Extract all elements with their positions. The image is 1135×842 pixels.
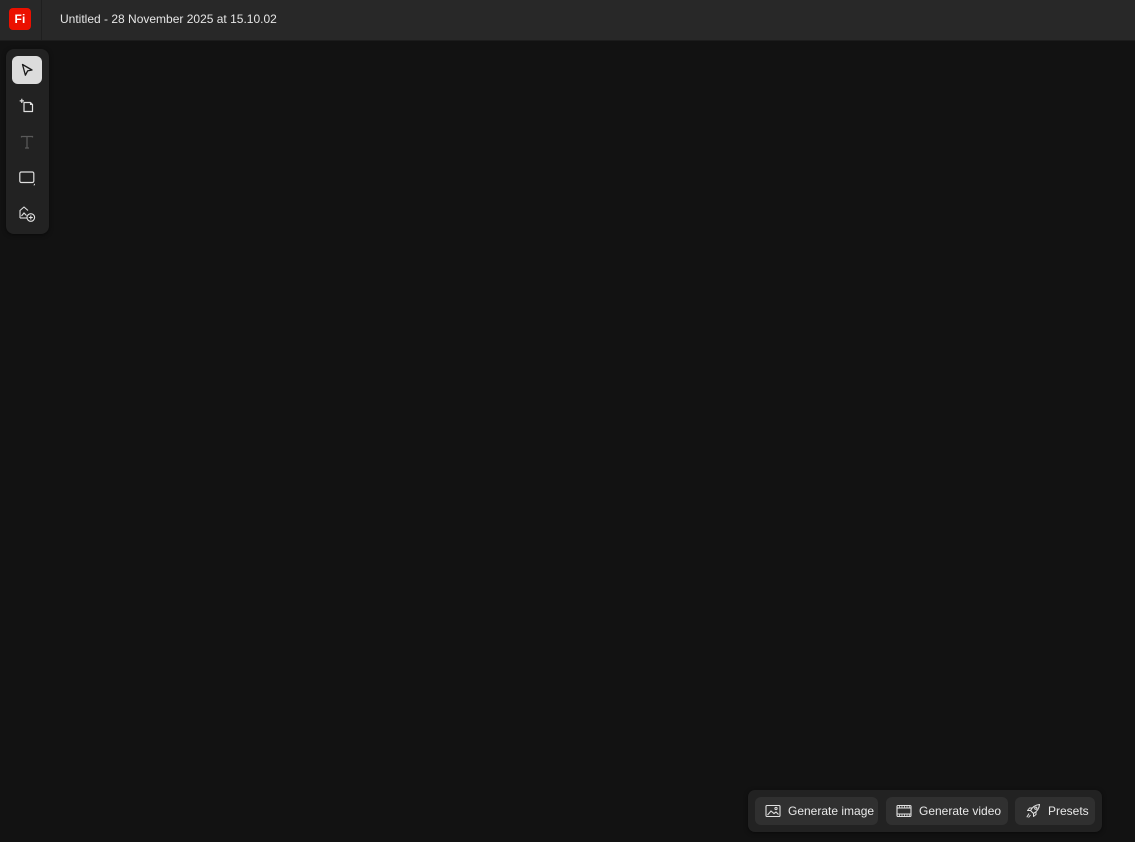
top-bar: Fi Untitled - 28 November 2025 at 15.10.…: [0, 0, 1135, 41]
generate-actions-panel: Generate image Generate video Presets: [748, 790, 1102, 832]
rocket-icon: [1026, 803, 1041, 818]
presets-button[interactable]: Presets: [1015, 797, 1095, 825]
add-frame-icon: [19, 98, 34, 113]
cursor-arrow-icon: [21, 63, 33, 76]
canvas[interactable]: [0, 41, 1135, 842]
add-image-tool-button[interactable]: [12, 200, 42, 228]
topbar-divider: [41, 0, 42, 40]
rectangle-icon: [19, 171, 35, 186]
generate-video-button[interactable]: Generate video: [886, 797, 1008, 825]
shape-tool-button[interactable]: [12, 164, 42, 192]
artboard-tool-button[interactable]: [12, 92, 42, 120]
film-icon: [896, 804, 912, 818]
text-t-icon: [20, 135, 34, 149]
presets-label: Presets: [1048, 804, 1089, 818]
generate-video-label: Generate video: [919, 804, 1002, 818]
generate-image-label: Generate image: [788, 804, 875, 818]
image-icon: [765, 804, 781, 818]
document-title[interactable]: Untitled - 28 November 2025 at 15.10.02: [60, 12, 277, 26]
text-tool-button[interactable]: [12, 128, 42, 156]
generate-image-button[interactable]: Generate image: [755, 797, 878, 825]
select-tool-button[interactable]: [12, 56, 42, 84]
image-add-icon: [19, 206, 36, 222]
tool-palette: [6, 49, 49, 234]
app-logo[interactable]: Fi: [9, 8, 31, 30]
